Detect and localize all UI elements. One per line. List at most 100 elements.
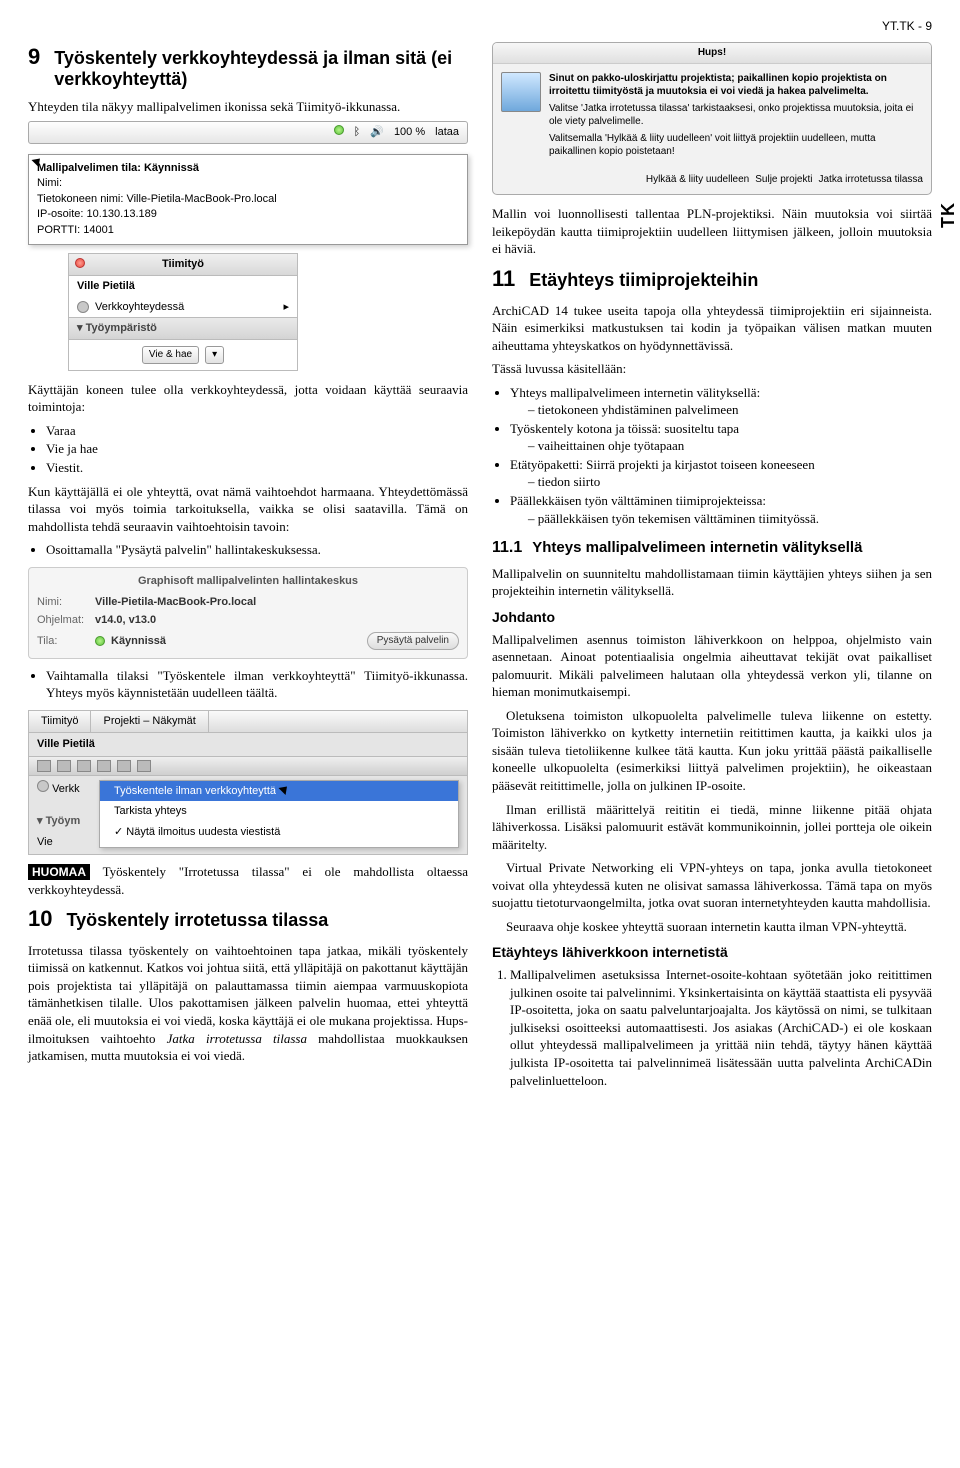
section-9-title: Työskentely verkkoyhteydessä ja ilman si… bbox=[54, 48, 468, 89]
admin-tila-value: Käynnissä bbox=[111, 634, 166, 649]
teamwork-panel-header: Tiimityö bbox=[69, 254, 297, 276]
list-sub-item: päällekkäisen työn tekemisen välttäminen… bbox=[528, 510, 932, 528]
list-item: Viestit. bbox=[46, 459, 468, 477]
johdanto-p1: Mallipalvelimen asennus toimiston lähive… bbox=[492, 631, 932, 701]
list-item: Vie ja hae bbox=[46, 440, 468, 458]
hups-line-2: Valitse 'Jatka irrotetussa tilassa' tark… bbox=[549, 102, 923, 129]
teamwork-status: Verkkoyhteydessä bbox=[95, 300, 184, 315]
close-icon[interactable] bbox=[75, 258, 85, 268]
tooltip-line-2: Nimi: bbox=[37, 176, 459, 191]
teamwork-panel: Tiimityö Ville Pietilä Verkkoyhteydessä … bbox=[68, 253, 298, 371]
section-11-title: Etäyhteys tiimiprojekteihin bbox=[529, 270, 932, 291]
admin-nimi-label: Nimi: bbox=[37, 595, 89, 610]
teamwork-user-row: Ville Pietilä bbox=[69, 276, 297, 297]
section-11-1-heading: 11.1 Yhteys mallipalvelimeen internetin … bbox=[492, 537, 932, 559]
section-10-title: Työskentely irrotetussa tilassa bbox=[66, 910, 468, 931]
menu-item-show-notification[interactable]: Näytä ilmoitus uudesta viestistä bbox=[100, 822, 458, 843]
user-icon bbox=[77, 301, 89, 313]
archicad-status-icon[interactable] bbox=[334, 125, 344, 140]
list-item: Päällekkäisen työn välttäminen tiimiproj… bbox=[510, 492, 932, 527]
hups-discard-button[interactable]: Hylkää & liity uudelleen bbox=[646, 173, 749, 187]
hups-alert-icon bbox=[501, 72, 541, 112]
left-list2: Osoittamalla "Pysäytä palvelin" hallinta… bbox=[28, 541, 468, 559]
tab-teamwork[interactable]: Tiimityö bbox=[29, 711, 91, 732]
section-11-number: 11 bbox=[492, 264, 515, 294]
toolbar-icon[interactable] bbox=[77, 760, 91, 772]
volume-icon[interactable]: 🔊 bbox=[370, 125, 384, 140]
side-tab: TK bbox=[936, 190, 960, 240]
ol-item-1: Mallipalvelimen asetuksissa Internet-oso… bbox=[510, 966, 932, 1089]
sec9-p1: Yhteyden tila näkyy mallipalvelimen ikon… bbox=[28, 98, 468, 116]
tooltip-line-4: IP-osoite: 10.130.13.189 bbox=[37, 207, 459, 222]
menu-toolbar bbox=[29, 756, 467, 776]
toolbar-icon[interactable] bbox=[137, 760, 151, 772]
toolbar-icon[interactable] bbox=[97, 760, 111, 772]
export-fetch-button[interactable]: Vie & hae bbox=[142, 346, 199, 364]
right-column: Hups! Sinut on pakko-uloskirjattu projek… bbox=[492, 42, 932, 1095]
cursor-icon bbox=[279, 783, 291, 795]
admin-center-title: Graphisoft mallipalvelinten hallintakesk… bbox=[37, 574, 459, 589]
list-item: Vaihtamalla tilaksi "Työskentele ilman v… bbox=[46, 667, 468, 702]
teamwork-menu-figure: Tiimityö Projekti – Näkymät Ville Pietil… bbox=[28, 710, 468, 855]
section-10-number: 10 bbox=[28, 904, 52, 934]
sec10-p: Irrotetussa tilassa työskentely on vaiht… bbox=[28, 942, 468, 1065]
list-item: Etätyöpaketti: Siirrä projekti ja kirjas… bbox=[510, 456, 932, 491]
page-header: YT.TK - 9 bbox=[28, 18, 932, 34]
mac-menubar: ᛒ 🔊 100 % lataa bbox=[28, 121, 468, 144]
sec10-emphasis: Jatka irrotetussa tilassa bbox=[167, 1031, 307, 1046]
admin-tila-label: Tila: bbox=[37, 634, 89, 649]
teamwork-panel-title: Tiimityö bbox=[162, 258, 204, 270]
johdanto-p5: Seuraava ohje koskee yhteyttä suoraan in… bbox=[492, 918, 932, 936]
menu-vie-button[interactable]: Vie bbox=[37, 836, 53, 848]
left-column: 9 Työskentely verkkoyhteydessä ja ilman … bbox=[28, 42, 468, 1095]
etayhteys-ol: Mallipalvelimen asetuksissa Internet-oso… bbox=[492, 966, 932, 1089]
johdanto-p3: Ilman erillistä määrittelyä reititin ei … bbox=[492, 801, 932, 854]
chevron-right-icon[interactable]: ▸ bbox=[283, 300, 289, 315]
tooltip-line-3: Tietokoneen nimi: Ville-Pietila-MacBook-… bbox=[37, 192, 459, 207]
tab-project-views[interactable]: Projekti – Näkymät bbox=[91, 711, 208, 732]
chevron-down-icon: ▾ bbox=[37, 815, 43, 827]
section-11-heading: 11 Etäyhteys tiimiprojekteihin bbox=[492, 264, 932, 294]
toolbar-icon[interactable] bbox=[37, 760, 51, 772]
hups-close-button[interactable]: Sulje projekti bbox=[755, 173, 812, 187]
admin-ohjelmat-value: v14.0, v13.0 bbox=[95, 613, 156, 628]
menu-verkk-label: Verkk bbox=[37, 780, 91, 797]
bluetooth-icon[interactable]: ᛒ bbox=[354, 125, 361, 140]
battery-icon[interactable]: 100 % bbox=[394, 125, 425, 140]
huomaa-badge: HUOMAA bbox=[28, 864, 90, 880]
left-p3: Kun käyttäjällä ei ole yhteyttä, ovat nä… bbox=[28, 483, 468, 536]
server-tooltip: Mallipalvelimen tila: Käynnissä Nimi: Ti… bbox=[28, 154, 468, 245]
user-icon bbox=[37, 780, 49, 792]
hups-line-1: Sinut on pakko-uloskirjattu projektista;… bbox=[549, 72, 923, 99]
menubar-figure: ᛒ 🔊 100 % lataa Mallipalvelimen tila: Kä… bbox=[28, 121, 468, 245]
admin-ohjelmat-label: Ohjelmat: bbox=[37, 613, 89, 628]
admin-nimi-value: Ville-Pietila-MacBook-Pro.local bbox=[95, 595, 256, 610]
admin-center-figure: Graphisoft mallipalvelinten hallintakesk… bbox=[28, 567, 468, 659]
list-sub-item: vaiheittainen ohje työtapaan bbox=[528, 437, 932, 455]
list-item: Osoittamalla "Pysäytä palvelin" hallinta… bbox=[46, 541, 468, 559]
teamwork-status-row: Verkkoyhteydessä ▸ bbox=[69, 297, 297, 318]
context-menu: Työskentele ilman verkkoyhteyttä Tarkist… bbox=[99, 780, 459, 849]
menu-item-work-offline[interactable]: Työskentele ilman verkkoyhteyttä bbox=[100, 781, 458, 802]
dropdown-chevron-icon[interactable]: ▾ bbox=[205, 346, 224, 364]
list-sub-item: tietokoneen yhdistäminen palvelimeen bbox=[528, 401, 932, 419]
hups-title: Hups! bbox=[493, 43, 931, 64]
list-item: Varaa bbox=[46, 422, 468, 440]
battery-mode: lataa bbox=[435, 125, 459, 140]
section-11-1-title: Yhteys mallipalvelimeen internetin välit… bbox=[532, 539, 932, 556]
menu-item-check-connection[interactable]: Tarkista yhteys bbox=[100, 801, 458, 822]
hups-continue-button[interactable]: Jatka irrotetussa tilassa bbox=[819, 173, 924, 187]
huomaa-paragraph: HUOMAA Työskentely "Irrotetussa tilassa"… bbox=[28, 863, 468, 898]
work-env-section[interactable]: ▾ Työympäristö bbox=[69, 317, 297, 340]
chevron-down-icon: ▾ bbox=[77, 322, 86, 334]
johdanto-p2: Oletuksena toimiston ulkopuolelta palvel… bbox=[492, 707, 932, 795]
menu-tyoym-label: Työym bbox=[46, 815, 81, 827]
stop-server-button[interactable]: Pysäytä palvelin bbox=[367, 632, 459, 650]
menu-user-row: Ville Pietilä bbox=[29, 733, 467, 756]
section-9-number: 9 bbox=[28, 42, 40, 72]
toolbar-icon[interactable] bbox=[117, 760, 131, 772]
toolbar-icon[interactable] bbox=[57, 760, 71, 772]
tooltip-line-1: Mallipalvelimen tila: Käynnissä bbox=[37, 161, 459, 176]
left-p2: Käyttäjän koneen tulee olla verkkoyhteyd… bbox=[28, 381, 468, 416]
hups-text: Sinut on pakko-uloskirjattu projektista;… bbox=[549, 72, 923, 159]
